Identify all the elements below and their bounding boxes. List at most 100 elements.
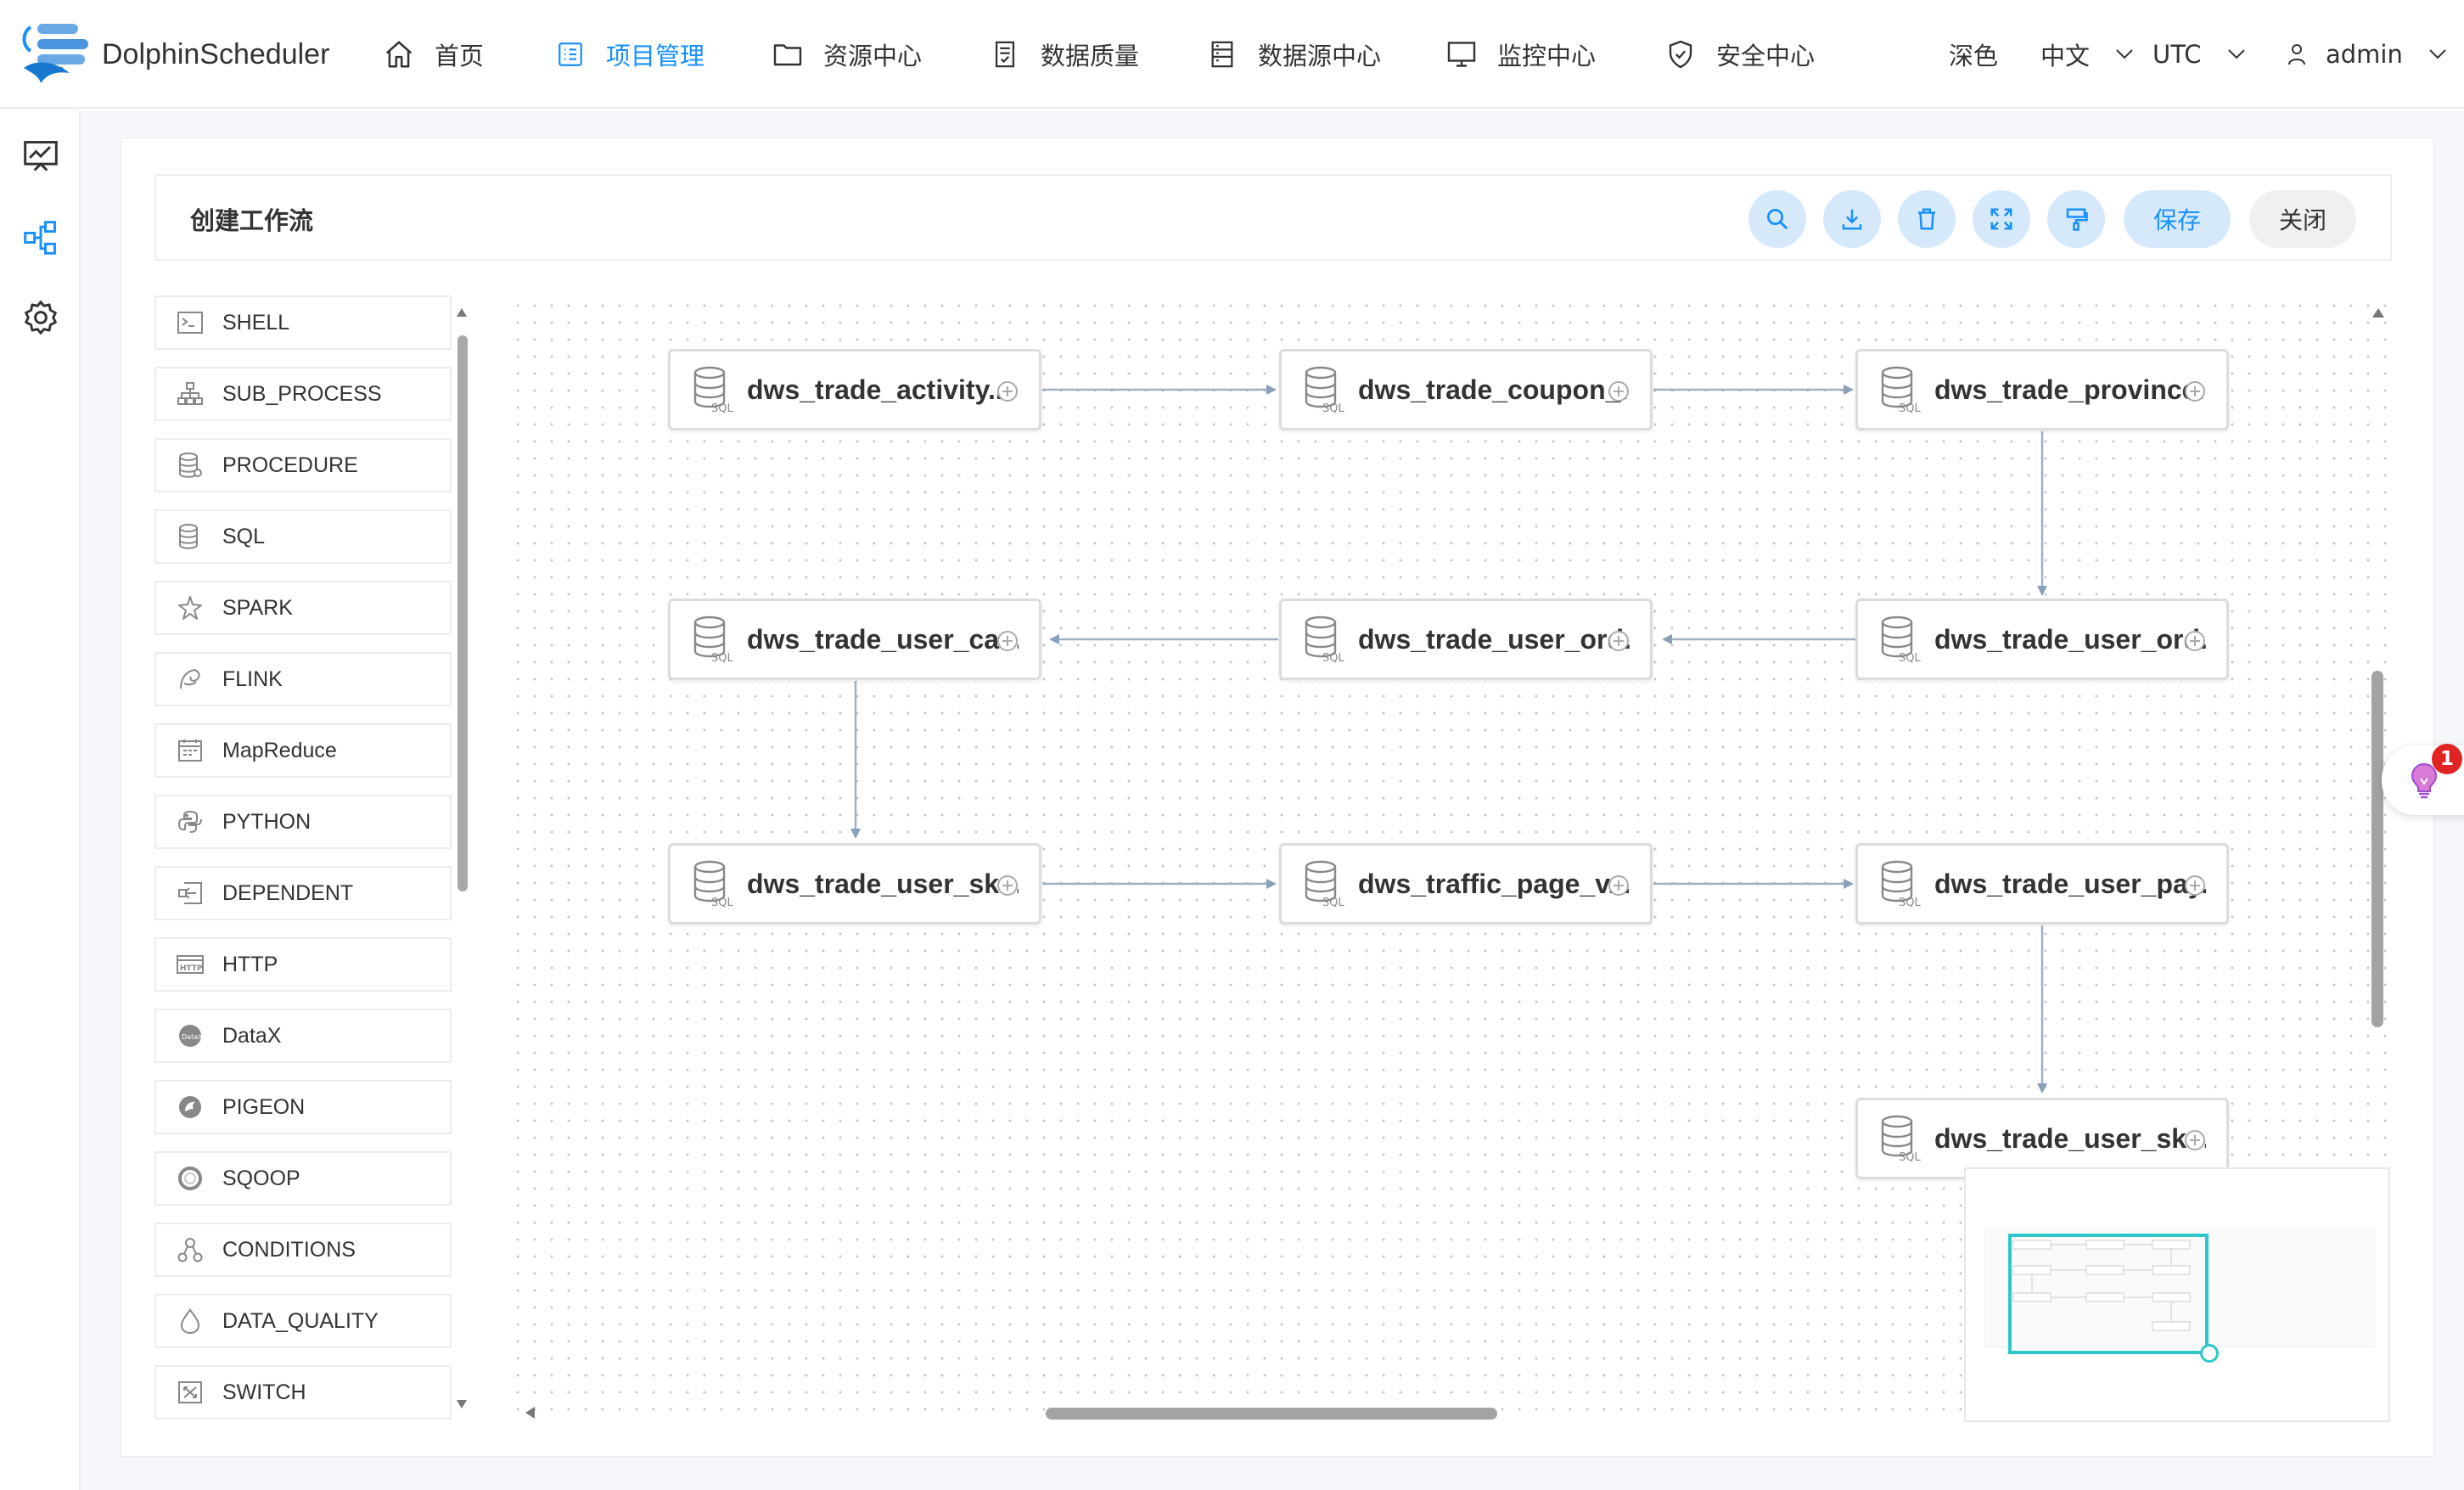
language-select[interactable]: 中文	[2040, 32, 2134, 76]
add-successor-icon[interactable]	[2184, 630, 2206, 652]
palette-item-conditions[interactable]: CONDITIONS	[154, 1223, 452, 1277]
dag-node[interactable]: SQL dws_traffic_page_v...	[1279, 843, 1653, 925]
chevron-down-icon	[2227, 49, 2245, 59]
format-button[interactable]	[2047, 190, 2105, 248]
palette-item-switch[interactable]: SWITCH	[154, 1365, 452, 1420]
palette-item-sqoop[interactable]: SQOOP	[154, 1151, 452, 1206]
dag-node[interactable]: SQL dws_trade_user_ord...	[1279, 599, 1653, 680]
palette-item-data-quality[interactable]: DATA_QUALITY	[154, 1294, 452, 1348]
delete-button[interactable]	[1898, 190, 1956, 248]
svg-text:HTTP: HTTP	[180, 964, 203, 973]
minimap[interactable]	[1964, 1167, 2390, 1422]
settings-icon[interactable]	[22, 299, 59, 336]
nav-item-datasource[interactable]: 数据源中心	[1205, 32, 1381, 76]
sqoop-icon	[175, 1163, 205, 1194]
workflow-icon[interactable]	[22, 219, 59, 256]
node-label: dws_trade_province...	[1934, 374, 2206, 405]
close-button[interactable]: 关闭	[2249, 190, 2356, 248]
timezone-value: UTC	[2152, 40, 2202, 69]
palette-item-label: PIGEON	[222, 1094, 306, 1119]
minimap-viewport[interactable]	[2008, 1234, 2209, 1354]
nav-item-project[interactable]: 项目管理	[553, 32, 704, 76]
fullscreen-icon	[1990, 208, 2012, 230]
svg-text:SQL: SQL	[1899, 1151, 1921, 1162]
add-successor-icon[interactable]	[2184, 380, 2206, 402]
spark-icon	[175, 593, 205, 623]
datax-icon: DataX	[175, 1021, 205, 1051]
add-successor-icon[interactable]	[2184, 874, 2206, 897]
nav-item-resources[interactable]: 资源中心	[771, 32, 922, 76]
nav-item-security[interactable]: 安全中心	[1664, 32, 1815, 76]
palette-item-sub-process[interactable]: SUB_PROCESS	[154, 367, 452, 421]
svg-text:SQL: SQL	[1322, 897, 1344, 908]
user-menu[interactable]: admin	[2287, 32, 2447, 76]
palette-scroll-thumb[interactable]	[457, 335, 468, 891]
node-label: dws_trade_coupon_...	[1358, 374, 1630, 405]
canvas-vertical-scrollbar[interactable]	[2371, 671, 2383, 1027]
palette-item-pigeon[interactable]: PIGEON	[154, 1080, 452, 1134]
fullscreen-button[interactable]	[1973, 190, 2030, 248]
palette-item-http[interactable]: HTTP HTTP	[154, 937, 452, 992]
scroll-up-arrow-icon[interactable]	[2371, 307, 2385, 319]
nav-item-home[interactable]: 首页	[382, 32, 484, 76]
palette-item-label: SHELL	[222, 310, 290, 335]
palette-item-procedure[interactable]: PROCEDURE	[154, 438, 452, 492]
svg-text:SQL: SQL	[711, 652, 733, 663]
nav-item-monitor[interactable]: 监控中心	[1445, 32, 1596, 76]
palette-item-label: SQL	[222, 524, 266, 548]
palette-item-datax[interactable]: DataX DataX	[154, 1009, 452, 1063]
palette-item-mapreduce[interactable]: MapReduce	[154, 723, 452, 778]
dag-node[interactable]: SQL dws_trade_user_pay...	[1855, 843, 2229, 925]
add-successor-icon[interactable]	[1608, 630, 1630, 652]
dashboard-icon[interactable]	[22, 138, 59, 175]
palette-item-python[interactable]: PYTHON	[154, 795, 452, 849]
palette-item-dependent[interactable]: DEPENDENT	[154, 866, 452, 920]
add-successor-icon[interactable]	[996, 630, 1019, 652]
scroll-left-arrow-icon[interactable]	[525, 1406, 536, 1420]
top-navigation-bar: DolphinScheduler 首页 项目管理 资源中心 数据质量 数据源中心	[0, 0, 2464, 109]
mapreduce-icon	[175, 735, 205, 766]
canvas-horizontal-scrollbar[interactable]	[1046, 1408, 1497, 1420]
dag-node[interactable]: SQL dws_trade_user_car...	[668, 599, 1041, 680]
dag-node[interactable]: SQL dws_trade_user_sku...	[668, 843, 1041, 925]
scroll-down-arrow-icon[interactable]	[456, 1399, 468, 1409]
page-title: 创建工作流	[190, 206, 314, 235]
add-successor-icon[interactable]	[2184, 1129, 2206, 1151]
palette-item-spark[interactable]: SPARK	[154, 581, 452, 635]
nav-item-data-quality[interactable]: 数据质量	[988, 32, 1139, 76]
svg-text:DataX: DataX	[182, 1033, 203, 1041]
dag-node[interactable]: SQL dws_trade_coupon_...	[1279, 349, 1653, 430]
app-logo[interactable]: DolphinScheduler	[19, 20, 329, 88]
search-button[interactable]	[1748, 190, 1806, 248]
svg-text:SQL: SQL	[1899, 402, 1921, 413]
dag-node[interactable]: SQL dws_trade_activity...	[668, 349, 1041, 430]
dag-node[interactable]: SQL dws_trade_province...	[1855, 349, 2229, 430]
notification-badge: 1	[2432, 744, 2462, 774]
data-quality-icon	[988, 37, 1022, 71]
minimap-resize-handle[interactable]	[2200, 1344, 2219, 1363]
palette-item-label: DataX	[222, 1023, 282, 1048]
pigeon-icon	[175, 1092, 205, 1122]
save-button[interactable]: 保存	[2124, 190, 2231, 248]
add-successor-icon[interactable]	[996, 874, 1019, 897]
palette-item-flink[interactable]: FLINK	[154, 652, 452, 706]
palette-item-label: HTTP	[222, 952, 278, 976]
python-icon	[175, 807, 205, 837]
add-successor-icon[interactable]	[1608, 874, 1630, 897]
sql-icon	[175, 521, 205, 552]
add-successor-icon[interactable]	[996, 380, 1019, 402]
add-successor-icon[interactable]	[1608, 380, 1630, 402]
svg-text:SQL: SQL	[711, 402, 733, 413]
timezone-select[interactable]: UTC	[2152, 32, 2246, 76]
node-label: dws_trade_user_ord...	[1358, 623, 1630, 655]
scroll-up-arrow-icon[interactable]	[456, 307, 468, 318]
shell-icon	[175, 307, 205, 338]
palette-item-sql[interactable]: SQL	[154, 509, 452, 564]
theme-toggle[interactable]: 深色	[1949, 32, 1998, 76]
dependent-icon	[175, 878, 205, 908]
dag-node[interactable]: SQL dws_trade_user_ord...	[1855, 599, 2229, 680]
palette-item-shell[interactable]: SHELL	[154, 295, 452, 350]
download-button[interactable]	[1823, 190, 1881, 248]
node-label: dws_trade_user_pay...	[1934, 868, 2206, 899]
home-icon	[382, 37, 416, 71]
